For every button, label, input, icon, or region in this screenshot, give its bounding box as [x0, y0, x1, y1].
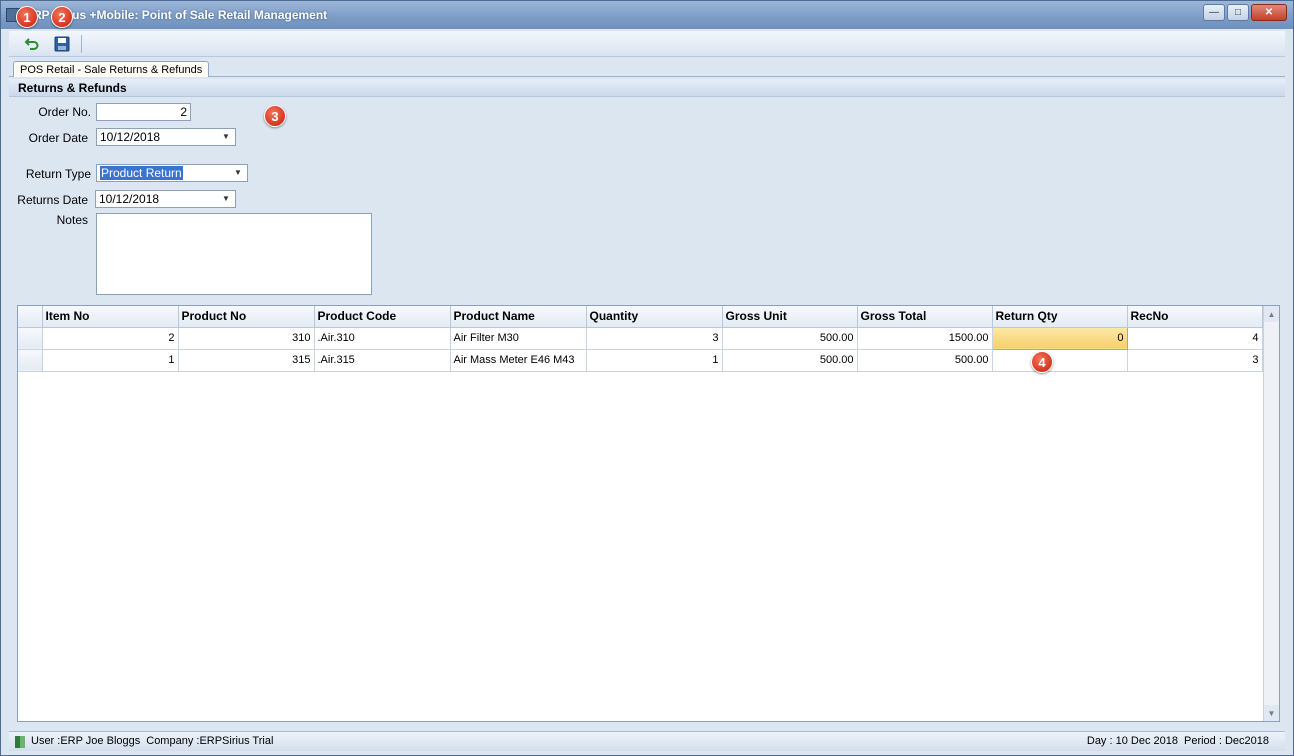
status-right: Day : 10 Dec 2018 Period : Dec2018	[1087, 732, 1269, 751]
return-type-select[interactable]: Product Return ▼	[96, 164, 248, 182]
minimize-icon: —	[1209, 7, 1219, 18]
cell-quantity[interactable]: 3	[586, 327, 723, 350]
status-book-icon	[15, 735, 25, 748]
app-window: ERP Sirius +Mobile: Point of Sale Retail…	[0, 0, 1294, 756]
callout-badge-4: 4	[1031, 351, 1053, 373]
cell-product-code[interactable]: .Air.310	[314, 327, 451, 350]
status-user: User :ERP Joe Bloggs	[31, 735, 141, 747]
order-date-value: 10/12/2018	[100, 130, 161, 144]
returns-date-label: Returns Date	[17, 193, 88, 207]
cell-gross-total[interactable]: 500.00	[857, 349, 993, 372]
close-button[interactable]: ✕	[1251, 4, 1287, 21]
return-type-label: Return Type	[25, 167, 91, 181]
grid-vertical-scrollbar[interactable]: ▲ ▼	[1263, 306, 1279, 721]
returns-date-picker[interactable]: 10/12/2018 ▼	[95, 190, 236, 208]
column-header-item-no[interactable]: Item No	[42, 306, 179, 328]
row-indicator[interactable]	[18, 327, 43, 350]
status-period: Period : Dec2018	[1184, 735, 1269, 747]
status-left: User :ERP Joe Bloggs Company :ERPSirius …	[15, 732, 273, 751]
scroll-up-icon[interactable]: ▲	[1264, 306, 1279, 322]
callout-badge-3: 3	[264, 105, 286, 127]
cell-product-no[interactable]: 310	[178, 327, 315, 350]
return-arrow-icon	[24, 38, 39, 50]
column-header-gross-unit[interactable]: Gross Unit	[722, 306, 858, 328]
cell-item-no[interactable]: 2	[42, 327, 179, 350]
chevron-down-icon[interactable]: ▼	[220, 191, 232, 207]
status-bar: User :ERP Joe Bloggs Company :ERPSirius …	[9, 731, 1285, 751]
return-type-value: Product Return	[100, 166, 183, 180]
chevron-down-icon[interactable]: ▼	[220, 129, 232, 145]
returns-panel: Returns & Refunds Order No. 2 Order Date…	[9, 77, 1285, 727]
column-header-product-no[interactable]: Product No	[178, 306, 315, 328]
returns-grid: Item No Product No Product Code Product …	[17, 305, 1280, 722]
cell-recno[interactable]: 4	[1127, 327, 1263, 350]
tab-pos-retail-returns[interactable]: POS Retail - Sale Returns & Refunds	[13, 61, 210, 78]
floppy-disk-icon	[54, 36, 70, 52]
notes-label: Notes	[56, 213, 88, 227]
cell-quantity[interactable]: 1	[586, 349, 723, 372]
section-title: Returns & Refunds	[9, 79, 1285, 97]
tab-strip: POS Retail - Sale Returns & Refunds	[9, 59, 1285, 78]
order-date-label: Order Date	[28, 131, 88, 145]
cell-product-name[interactable]: Air Filter M30	[450, 327, 587, 350]
chevron-down-icon[interactable]: ▼	[232, 165, 244, 181]
order-no-field[interactable]: 2	[96, 103, 191, 121]
cell-recno[interactable]: 3	[1127, 349, 1263, 372]
close-icon: ✕	[1264, 7, 1274, 18]
cell-product-no[interactable]: 315	[178, 349, 315, 372]
callout-badge-2: 2	[51, 6, 73, 28]
table-row[interactable]: 1 315 .Air.315 Air Mass Meter E46 M43 1 …	[18, 349, 1263, 372]
minimize-button[interactable]: —	[1203, 4, 1225, 21]
column-header-product-name[interactable]: Product Name	[450, 306, 587, 328]
maximize-icon: □	[1234, 7, 1242, 18]
notes-textarea[interactable]	[96, 213, 372, 295]
grid-header-row: Item No Product No Product Code Product …	[18, 306, 1263, 328]
row-indicator[interactable]	[18, 349, 43, 372]
row-indicator-header	[18, 306, 43, 328]
scroll-down-icon[interactable]: ▼	[1264, 705, 1279, 721]
column-header-recno[interactable]: RecNo	[1127, 306, 1263, 328]
column-header-quantity[interactable]: Quantity	[586, 306, 723, 328]
cell-product-name[interactable]: Air Mass Meter E46 M43	[450, 349, 587, 372]
cell-item-no[interactable]: 1	[42, 349, 179, 372]
toolbar-separator	[81, 35, 82, 53]
title-bar[interactable]: ERP Sirius +Mobile: Point of Sale Retail…	[1, 1, 1293, 29]
cell-return-qty[interactable]	[992, 349, 1128, 372]
cell-product-code[interactable]: .Air.315	[314, 349, 451, 372]
table-row[interactable]: 2 310 .Air.310 Air Filter M30 3 500.00 1…	[18, 326, 1263, 350]
cell-return-qty[interactable]: 0	[991, 326, 1128, 350]
status-day: Day : 10 Dec 2018	[1086, 735, 1178, 747]
cell-gross-unit[interactable]: 500.00	[722, 327, 858, 350]
cell-gross-total[interactable]: 1500.00	[857, 327, 993, 350]
grid-table: Item No Product No Product Code Product …	[18, 306, 1263, 372]
column-header-gross-total[interactable]: Gross Total	[857, 306, 993, 328]
window-controls: — □ ✕	[1203, 4, 1287, 21]
column-header-return-qty[interactable]: Return Qty	[992, 306, 1128, 328]
order-date-picker[interactable]: 10/12/2018 ▼	[96, 128, 236, 146]
status-company: Company :ERPSirius Trial	[146, 735, 274, 747]
order-no-label: Order No.	[38, 105, 91, 119]
toolbar	[9, 31, 1285, 57]
maximize-button[interactable]: □	[1227, 4, 1249, 21]
save-button[interactable]	[51, 34, 73, 54]
column-header-product-code[interactable]: Product Code	[314, 306, 451, 328]
callout-badge-1: 1	[16, 6, 38, 28]
return-button[interactable]	[21, 34, 43, 54]
returns-date-value: 10/12/2018	[99, 192, 160, 206]
cell-gross-unit[interactable]: 500.00	[722, 349, 858, 372]
